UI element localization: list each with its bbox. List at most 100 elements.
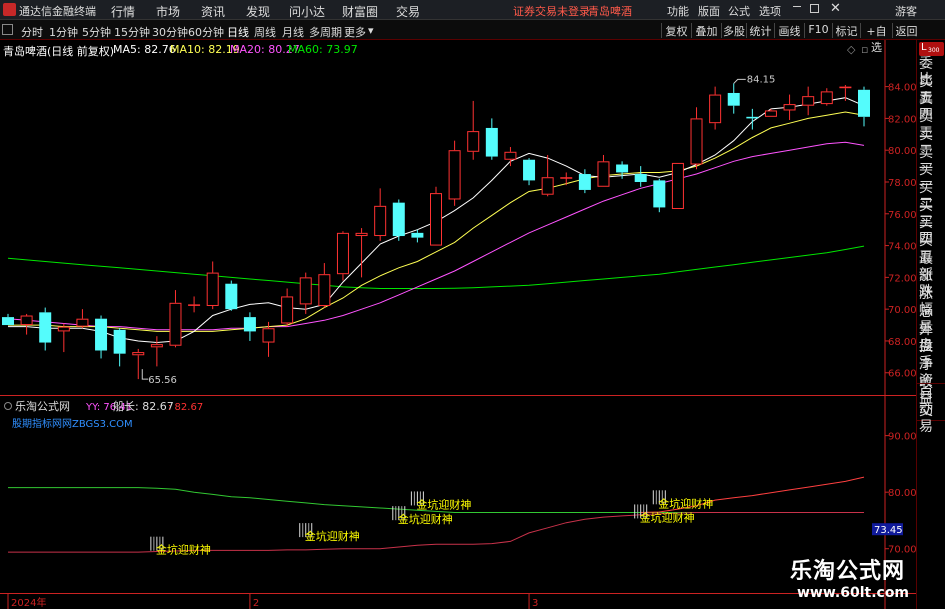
tab-30min[interactable]: 30分钟: [152, 24, 188, 40]
tab-daily[interactable]: 日线: [227, 24, 249, 40]
indicator-link: 股期指标网网ZBGS3.COM: [12, 417, 133, 430]
ind-y-tick-label: 80.00: [888, 488, 916, 499]
duogu-button[interactable]: 多股: [721, 23, 746, 38]
y-tick-label: 72.00: [888, 273, 916, 284]
tab-1min[interactable]: 1分钟: [49, 24, 78, 40]
candle-body-up: [430, 193, 442, 246]
watermark-url: www.60lt.com: [797, 585, 910, 601]
candle-body-down: [616, 164, 629, 173]
candle-body-down: [113, 329, 126, 354]
candle-body-up: [318, 274, 331, 306]
l300-badge[interactable]: L 300: [919, 42, 944, 56]
candle-body-up: [690, 118, 703, 165]
indicator-ship-value: 船长: 82.67: [113, 399, 174, 413]
candle-25: [467, 100, 480, 160]
candle-5: [95, 315, 108, 359]
candle-body-down: [485, 127, 498, 157]
y-tick-label: 76.00: [888, 210, 916, 221]
fuquan-button[interactable]: 复权: [661, 23, 691, 38]
max-pointer: [733, 78, 746, 84]
signal-text: 金坑迎财神: [398, 512, 453, 526]
tab-5min[interactable]: 5分钟: [82, 24, 111, 40]
tab-multi-period[interactable]: 多周期: [309, 24, 342, 40]
auto-trade-button[interactable]: 自动 交易: [917, 383, 945, 435]
candle-11: [206, 261, 219, 310]
huaxian-button[interactable]: 画线: [774, 23, 804, 38]
candle-8: [150, 336, 163, 367]
y-tick-label: 70.00: [888, 305, 916, 316]
menu-caifuquan[interactable]: 财富圈: [342, 3, 378, 20]
y-tick-label: 68.00: [888, 337, 916, 348]
candle-body-up: [448, 150, 461, 200]
candle-body-down: [95, 318, 108, 351]
menu-wenxiaoda[interactable]: 问小达: [289, 3, 325, 20]
biaoji-button[interactable]: 标记: [832, 23, 860, 38]
tab-60min[interactable]: 60分钟: [188, 24, 224, 40]
app-logo-icon: [3, 3, 16, 16]
candle-body-down: [858, 89, 870, 117]
close-icon[interactable]: ✕: [830, 1, 841, 16]
tab-more[interactable]: 更多: [344, 24, 366, 40]
watermark-title: 乐淘公式网: [790, 559, 906, 584]
diejia-button[interactable]: 叠加: [691, 23, 721, 38]
guest-label[interactable]: 游客: [895, 3, 917, 19]
candle-body-down: [727, 92, 740, 106]
y-tick-label: 78.00: [888, 178, 916, 189]
app-title: 通达信金融终端: [19, 5, 96, 18]
menu-shichang[interactable]: 市场: [156, 3, 180, 20]
candle-18: [336, 231, 349, 281]
candle-32: [597, 154, 610, 187]
candle-body-up: [560, 177, 573, 179]
candle-body-up: [839, 86, 852, 89]
signal-text: 金坑迎财神: [658, 496, 713, 510]
candle-body-up: [374, 205, 387, 237]
candle-body-up: [188, 304, 201, 306]
tab-monthly[interactable]: 月线: [282, 24, 304, 40]
candle-35: [653, 178, 666, 213]
menu-banmian[interactable]: 版面: [698, 3, 720, 19]
candle-body-up: [783, 104, 796, 111]
menu-zixun[interactable]: 资讯: [201, 3, 225, 20]
candle-body-up: [169, 302, 182, 346]
candle-body-down: [392, 202, 405, 237]
candle-19: [355, 228, 368, 278]
menu-jiaoyi[interactable]: 交易: [396, 3, 420, 20]
candle-body-down: [653, 180, 666, 208]
menu-xuanxiang[interactable]: 选项: [759, 3, 781, 19]
candle-body-up: [671, 162, 684, 210]
menu-gongshi[interactable]: 公式: [728, 3, 750, 19]
candle-24: [448, 140, 461, 206]
min-price-label: 65.56: [148, 375, 177, 386]
ind-y-tick-label: 90.00: [888, 432, 916, 443]
x-tick-label: 2: [253, 598, 259, 609]
candle-0: [2, 313, 14, 326]
candle-body-up: [764, 110, 777, 117]
tab-15min[interactable]: 15分钟: [114, 24, 150, 40]
f10-button[interactable]: F10: [804, 23, 832, 38]
candle-body-down: [523, 159, 536, 181]
back-button[interactable]: 返回: [892, 23, 920, 38]
menu-hangqing[interactable]: 行情: [111, 3, 135, 20]
period-toolbar: 分时 1分钟 5分钟 15分钟 30分钟 60分钟 日线 周线 月线 多周期 更…: [0, 20, 945, 54]
trade-login-warning[interactable]: 证券交易未登录: [513, 3, 590, 19]
candle-body-up: [132, 352, 145, 356]
tongji-button[interactable]: 统计: [746, 23, 774, 38]
maximize-icon[interactable]: [810, 4, 819, 13]
candle-31: [578, 169, 591, 194]
toolbar-toggle-box[interactable]: [2, 24, 13, 35]
menu-gongneng[interactable]: 功能: [667, 3, 689, 19]
kline-chart[interactable]: 84.00 82.00 80.00 78.00 76.00 74.00 72.00 70.00…: [0, 40, 916, 609]
candle-body-up: [597, 161, 610, 187]
menu-faxian[interactable]: 发现: [246, 3, 270, 20]
candle-body-down: [2, 317, 14, 326]
candle-body-up: [541, 177, 554, 195]
candle-42: [783, 94, 796, 120]
tab-weekly[interactable]: 周线: [254, 24, 276, 40]
tab-fenshi[interactable]: 分时: [21, 24, 43, 40]
candle-2: [39, 307, 52, 351]
candle-17: [318, 263, 331, 308]
minimize-icon[interactable]: [793, 6, 801, 7]
candle-body-up: [281, 296, 294, 324]
more-arrow-icon[interactable]: ▾: [368, 24, 374, 37]
add-watchlist-button[interactable]: +自选: [860, 23, 892, 54]
